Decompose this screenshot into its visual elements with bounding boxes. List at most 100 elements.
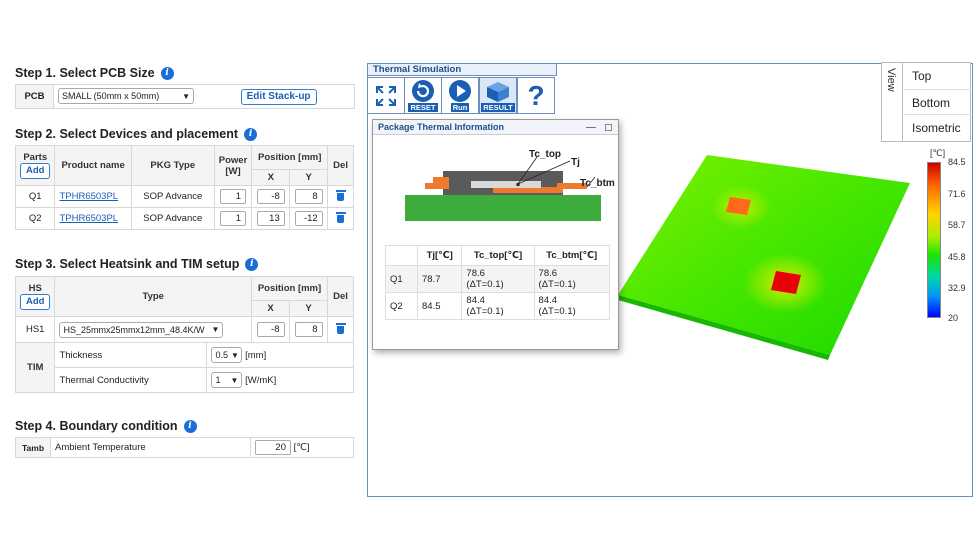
tc-btm-label: Tc_btm bbox=[580, 178, 615, 189]
devices-table: Parts Add Product name PKG Type Power [W… bbox=[14, 145, 354, 230]
hs-header: HS Add bbox=[14, 276, 56, 317]
table-row: HS1 HS_25mmx25mmx12mm_48.4K/W ▼ -8 8 bbox=[14, 316, 354, 343]
table-row: Q1 78.7 78.6 (ΔT=0.1) 78.6 (ΔT=0.1) bbox=[385, 265, 611, 293]
y-header: Y bbox=[289, 300, 328, 317]
x-header: X bbox=[251, 169, 291, 186]
trash-icon[interactable] bbox=[335, 322, 346, 334]
reset-button[interactable]: RESET bbox=[404, 77, 442, 114]
legend-tick: 45.8 bbox=[948, 252, 966, 262]
type-header: Type bbox=[54, 276, 252, 317]
help-button[interactable]: ? bbox=[517, 77, 555, 114]
power-input[interactable]: 1 bbox=[220, 189, 247, 204]
tc-btm-header: Tc_btm[℃] bbox=[533, 245, 611, 266]
y-input[interactable]: -12 bbox=[294, 211, 323, 226]
conductivity-label: Thermal Conductivity bbox=[54, 367, 208, 393]
result-icon bbox=[487, 82, 509, 102]
minimize-icon[interactable]: — bbox=[586, 120, 596, 135]
hs-y-input[interactable]: 8 bbox=[294, 322, 323, 337]
table-row: Q2 84.5 84.4 (ΔT=0.1) 84.4 (ΔT=0.1) bbox=[385, 292, 611, 320]
y-header: Y bbox=[289, 169, 329, 186]
add-heatsink-button[interactable]: Add bbox=[20, 294, 51, 310]
info-icon[interactable]: i bbox=[183, 419, 197, 433]
tc-top-label: Tc_top bbox=[529, 149, 562, 160]
play-icon bbox=[449, 80, 471, 102]
help-icon: ? bbox=[527, 79, 545, 111]
trash-icon[interactable] bbox=[335, 189, 346, 201]
simulation-title: Thermal Simulation bbox=[367, 63, 557, 76]
hs-x-input[interactable]: -8 bbox=[256, 322, 285, 337]
chevron-down-icon: ▼ bbox=[230, 350, 239, 360]
x-input[interactable]: 13 bbox=[256, 211, 285, 226]
view-option-isometric[interactable]: Isometric bbox=[904, 115, 971, 141]
maximize-icon[interactable] bbox=[605, 124, 612, 131]
fullscreen-button[interactable] bbox=[367, 77, 405, 114]
step3-heading: Step 3. Select Heatsink and TIM setup i bbox=[15, 257, 259, 271]
pcb-size-select[interactable]: SMALL (50mm x 50mm) ▼ bbox=[58, 88, 194, 104]
tc-top-header: Tc_top[℃] bbox=[461, 245, 535, 266]
tj-label: Tj bbox=[571, 157, 580, 168]
tamb-label: Tamb bbox=[15, 437, 51, 458]
trash-icon[interactable] bbox=[335, 211, 346, 223]
pcb-table: PCB SMALL (50mm x 50mm) ▼ Edit Stack-up bbox=[15, 84, 355, 109]
x-header: X bbox=[251, 300, 290, 317]
power-header: Power [W] bbox=[213, 145, 253, 186]
position-header: Position [mm] bbox=[251, 276, 328, 301]
boundary-table: Tamb Ambient Temperature 20 [℃] bbox=[15, 437, 354, 458]
heatsink-type-select[interactable]: HS_25mmx25mmx12mm_48.4K/W ▼ bbox=[59, 321, 224, 338]
chevron-down-icon: ▼ bbox=[211, 325, 220, 334]
legend-unit: [℃] bbox=[930, 148, 946, 158]
del-header: Del bbox=[327, 145, 354, 186]
heatsink-table: HS Add Type Position [mm] Del X Y HS1 HS… bbox=[14, 276, 354, 393]
product-header: Product name bbox=[54, 145, 132, 186]
tim-label: TIM bbox=[14, 342, 56, 393]
y-input[interactable]: 8 bbox=[294, 189, 323, 204]
del-header: Del bbox=[327, 276, 354, 317]
legend-tick: 20 bbox=[948, 313, 959, 323]
step1-heading: Step 1. Select PCB Size i bbox=[15, 66, 174, 80]
thickness-label: Thickness bbox=[54, 342, 208, 368]
view-option-top[interactable]: Top bbox=[904, 63, 971, 89]
step2-heading: Step 2. Select Devices and placement i bbox=[15, 127, 258, 141]
hotspot-q1 bbox=[726, 197, 751, 215]
ambient-label: Ambient Temperature bbox=[50, 437, 251, 458]
conductivity-select[interactable]: 1 ▼ bbox=[211, 372, 243, 388]
add-device-button[interactable]: Add bbox=[20, 163, 51, 179]
package-thermal-dialog[interactable]: Package Thermal Information — Tc_top Tj … bbox=[372, 119, 619, 350]
info-icon[interactable]: i bbox=[244, 127, 258, 141]
info-icon[interactable]: i bbox=[245, 257, 259, 271]
power-input[interactable]: 1 bbox=[220, 211, 247, 226]
pcb-label: PCB bbox=[15, 84, 54, 109]
expand-icon bbox=[376, 85, 396, 106]
product-link[interactable]: TPHR6503PL bbox=[59, 213, 118, 224]
plate-surface bbox=[618, 155, 910, 355]
parts-header: Parts Add bbox=[14, 145, 56, 186]
legend-tick: 32.9 bbox=[948, 283, 966, 293]
run-button[interactable]: Run bbox=[441, 77, 479, 114]
hotspot-q2 bbox=[771, 271, 801, 294]
view-tab: View bbox=[881, 62, 903, 142]
ambient-input[interactable]: 20 bbox=[255, 440, 291, 455]
legend-tick: 58.7 bbox=[948, 220, 966, 230]
result-button[interactable]: RESULT bbox=[479, 77, 517, 114]
table-row: Q1 TPHR6503PL SOP Advance 1 -8 8 bbox=[14, 185, 354, 208]
dialog-title: Package Thermal Information — bbox=[373, 120, 618, 135]
legend-tick: 71.6 bbox=[948, 189, 966, 199]
chevron-down-icon: ▼ bbox=[182, 91, 190, 101]
temperature-legend-bar bbox=[927, 162, 941, 318]
product-link[interactable]: TPHR6503PL bbox=[59, 191, 118, 202]
step4-heading: Step 4. Boundary condition i bbox=[15, 419, 197, 433]
chevron-down-icon: ▼ bbox=[230, 375, 239, 385]
view-option-bottom[interactable]: Bottom bbox=[904, 89, 971, 115]
thickness-select[interactable]: 0.5 ▼ bbox=[211, 347, 243, 363]
position-header: Position [mm] bbox=[251, 145, 329, 170]
thermal-plate bbox=[618, 155, 910, 360]
info-icon[interactable]: i bbox=[160, 66, 174, 80]
x-input[interactable]: -8 bbox=[256, 189, 285, 204]
package-thermal-table: Tj[℃] Tc_top[℃] Tc_btm[℃] Q1 78.7 78.6 (Δ… bbox=[385, 245, 611, 320]
reset-icon bbox=[412, 80, 434, 102]
legend-tick: 84.5 bbox=[948, 157, 966, 167]
tj-header: Tj[℃] bbox=[416, 245, 463, 266]
pkg-header: PKG Type bbox=[130, 145, 215, 186]
table-row: Q2 TPHR6503PL SOP Advance 1 13 -12 bbox=[14, 207, 354, 230]
edit-stackup-button[interactable]: Edit Stack-up bbox=[240, 89, 317, 105]
